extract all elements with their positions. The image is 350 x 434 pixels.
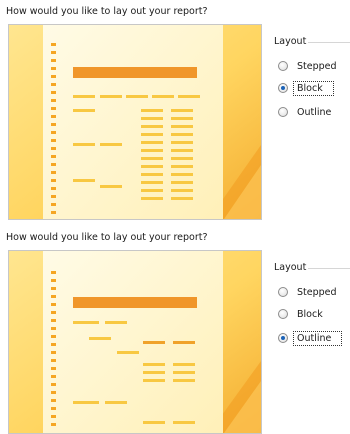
radio-button-icon[interactable]: [278, 61, 288, 71]
radio-button-icon[interactable]: [278, 287, 288, 297]
radio-button-icon[interactable]: [278, 107, 288, 117]
layout-group-label: Layout: [274, 36, 307, 47]
prompt-text: How would you like to lay out your repor…: [6, 6, 208, 17]
group-divider: [308, 42, 350, 43]
radio-label-outline: Outline: [297, 106, 332, 118]
radio-option-block[interactable]: Block: [278, 80, 334, 96]
radio-label-block: Block: [293, 80, 334, 96]
radio-option-stepped[interactable]: Stepped: [278, 284, 340, 300]
report-layout-panel-block: How would you like to lay out your repor…: [0, 0, 350, 220]
report-preview-block: [8, 24, 262, 220]
radio-option-block[interactable]: Block: [278, 306, 326, 322]
group-divider: [308, 268, 350, 269]
radio-button-selected-icon[interactable]: [278, 333, 288, 343]
radio-button-selected-icon[interactable]: [278, 83, 288, 93]
report-preview-outline: [8, 250, 262, 434]
radio-option-outline[interactable]: Outline: [278, 104, 334, 120]
radio-button-icon[interactable]: [278, 309, 288, 319]
layout-group-label: Layout: [274, 262, 307, 273]
radio-option-stepped[interactable]: Stepped: [278, 58, 340, 74]
radio-label-stepped: Stepped: [297, 60, 337, 72]
report-layout-panel-outline: How would you like to lay out your repor…: [0, 226, 350, 434]
radio-label-block: Block: [297, 308, 323, 320]
radio-label-outline: Outline: [292, 330, 343, 346]
prompt-text: How would you like to lay out your repor…: [6, 232, 208, 243]
radio-option-outline[interactable]: Outline: [278, 330, 343, 346]
radio-label-stepped: Stepped: [297, 286, 337, 298]
